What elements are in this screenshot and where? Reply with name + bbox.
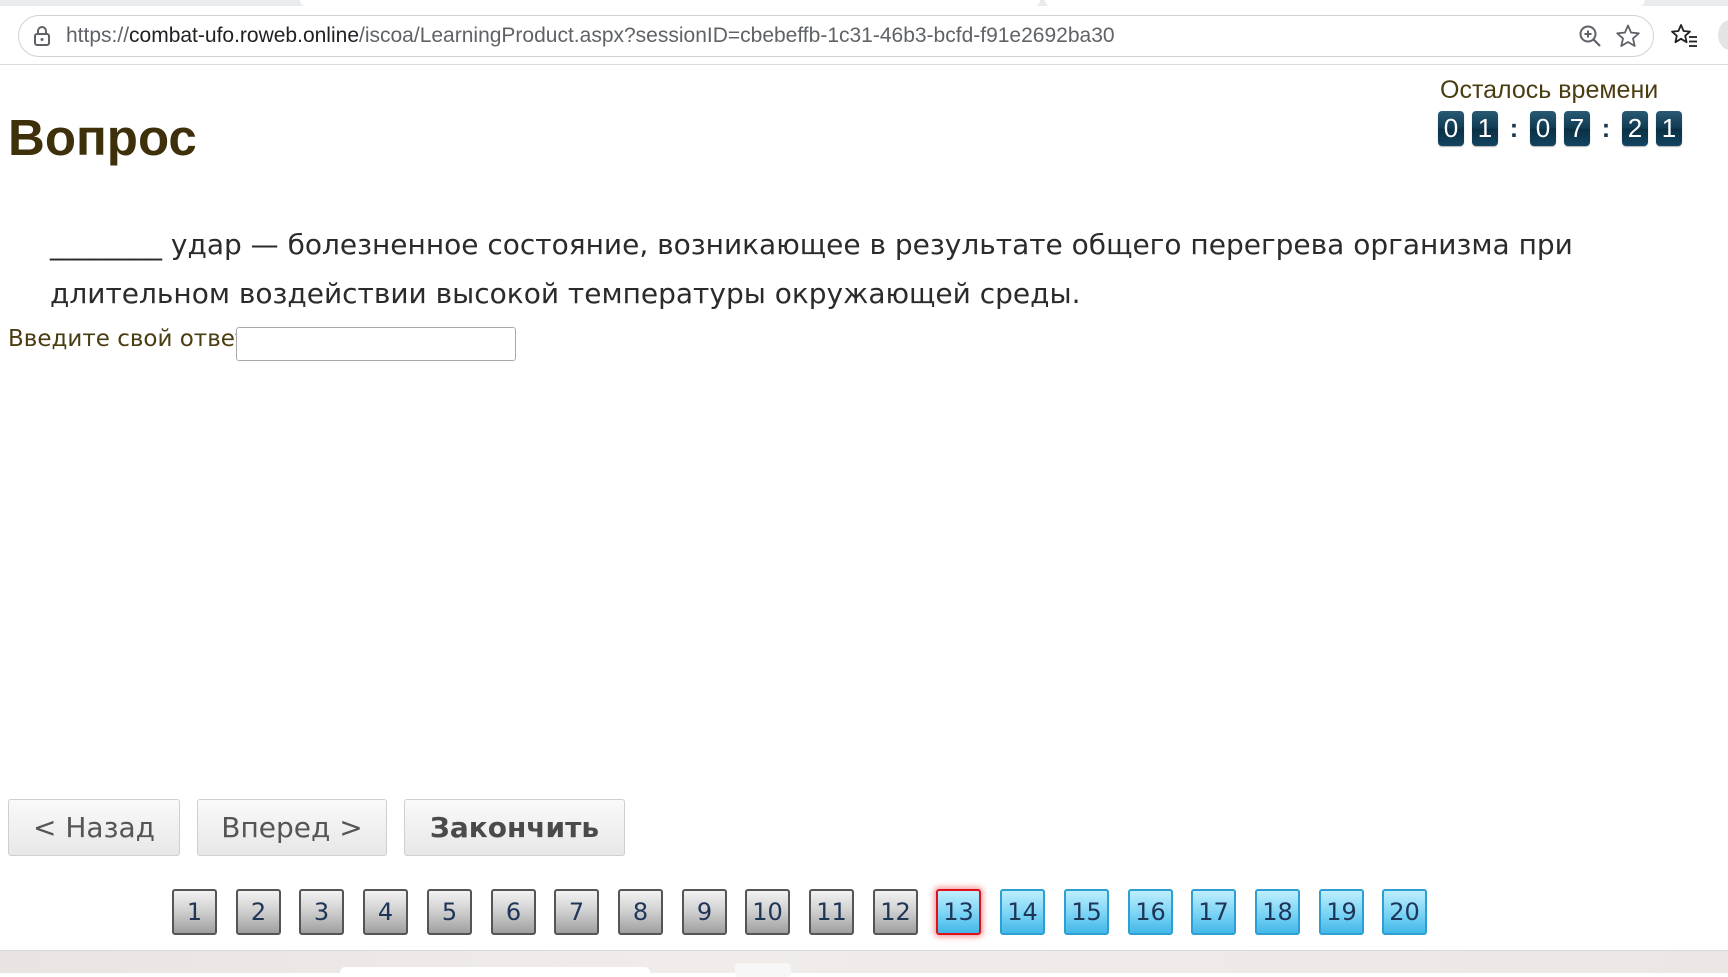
question-nav-button-3[interactable]: 3 xyxy=(299,889,344,935)
question-nav-button-18[interactable]: 18 xyxy=(1255,889,1300,935)
next-button[interactable]: Вперед > xyxy=(197,799,387,856)
timer-separator: : xyxy=(1509,112,1519,143)
address-bar[interactable]: https://combat-ufo.roweb.online/iscoa/Le… xyxy=(18,15,1654,57)
question-nav-button-9[interactable]: 9 xyxy=(682,889,727,935)
timer-separator: : xyxy=(1601,112,1611,143)
question-nav-button-20[interactable]: 20 xyxy=(1382,889,1427,935)
question-nav-button-11[interactable]: 11 xyxy=(809,889,854,935)
favorites-icon[interactable] xyxy=(1670,22,1698,50)
url-text[interactable]: https://combat-ufo.roweb.online/iscoa/Le… xyxy=(66,16,1115,56)
question-nav-button-2[interactable]: 2 xyxy=(236,889,281,935)
question-nav-button-12[interactable]: 12 xyxy=(873,889,918,935)
taskbar xyxy=(0,950,1728,977)
timer-digit: 1 xyxy=(1472,110,1498,146)
taskbar-item[interactable] xyxy=(735,963,791,977)
timer-digit: 1 xyxy=(1656,110,1682,146)
back-button[interactable]: < Назад xyxy=(8,799,180,856)
question-nav-button-7[interactable]: 7 xyxy=(554,889,599,935)
tab-edge[interactable] xyxy=(1045,0,1645,6)
tab-strip xyxy=(0,0,1728,6)
answer-label: Введите свой ответ xyxy=(8,326,249,352)
question-nav-button-8[interactable]: 8 xyxy=(618,889,663,935)
question-nav-button-19[interactable]: 19 xyxy=(1319,889,1364,935)
question-nav-button-1[interactable]: 1 xyxy=(172,889,217,935)
star-icon[interactable] xyxy=(1615,23,1641,49)
active-tab-edge[interactable] xyxy=(300,0,1040,6)
countdown-timer: 0 1 : 0 7 : 2 1 xyxy=(1438,110,1690,146)
url-path: /iscoa/LearningProduct.aspx?sessionID=cb… xyxy=(359,24,1115,47)
question-nav-button-15[interactable]: 15 xyxy=(1064,889,1109,935)
answer-input[interactable] xyxy=(236,327,516,361)
question-nav-button-4[interactable]: 4 xyxy=(363,889,408,935)
question-text: ________ удар — болезненное состояние, в… xyxy=(50,228,1573,310)
timer-digit: 0 xyxy=(1530,110,1556,146)
finish-button[interactable]: Закончить xyxy=(404,799,625,856)
timer-digit: 7 xyxy=(1564,110,1590,146)
url-domain: combat-ufo.roweb.online xyxy=(129,24,359,47)
timer-digit: 0 xyxy=(1438,110,1464,146)
page-title: Вопрос xyxy=(8,109,197,166)
question-nav-button-16[interactable]: 16 xyxy=(1128,889,1173,935)
timer-digit: 2 xyxy=(1622,110,1648,146)
question-nav-button-14[interactable]: 14 xyxy=(1000,889,1045,935)
browser-toolbar: https://combat-ufo.roweb.online/iscoa/Le… xyxy=(0,0,1728,65)
question-nav-button-10[interactable]: 10 xyxy=(745,889,790,935)
question-nav-button-17[interactable]: 17 xyxy=(1191,889,1236,935)
lock-icon[interactable] xyxy=(31,25,53,47)
url-scheme: https:// xyxy=(66,24,130,47)
question-nav-button-13[interactable]: 13 xyxy=(936,889,981,935)
question-nav-button-5[interactable]: 5 xyxy=(427,889,472,935)
profile-avatar[interactable] xyxy=(1718,20,1728,50)
zoom-icon[interactable] xyxy=(1577,23,1603,49)
question-nav-button-6[interactable]: 6 xyxy=(491,889,536,935)
taskbar-search[interactable] xyxy=(340,967,650,977)
timer-label: Осталось времени xyxy=(1440,76,1659,104)
